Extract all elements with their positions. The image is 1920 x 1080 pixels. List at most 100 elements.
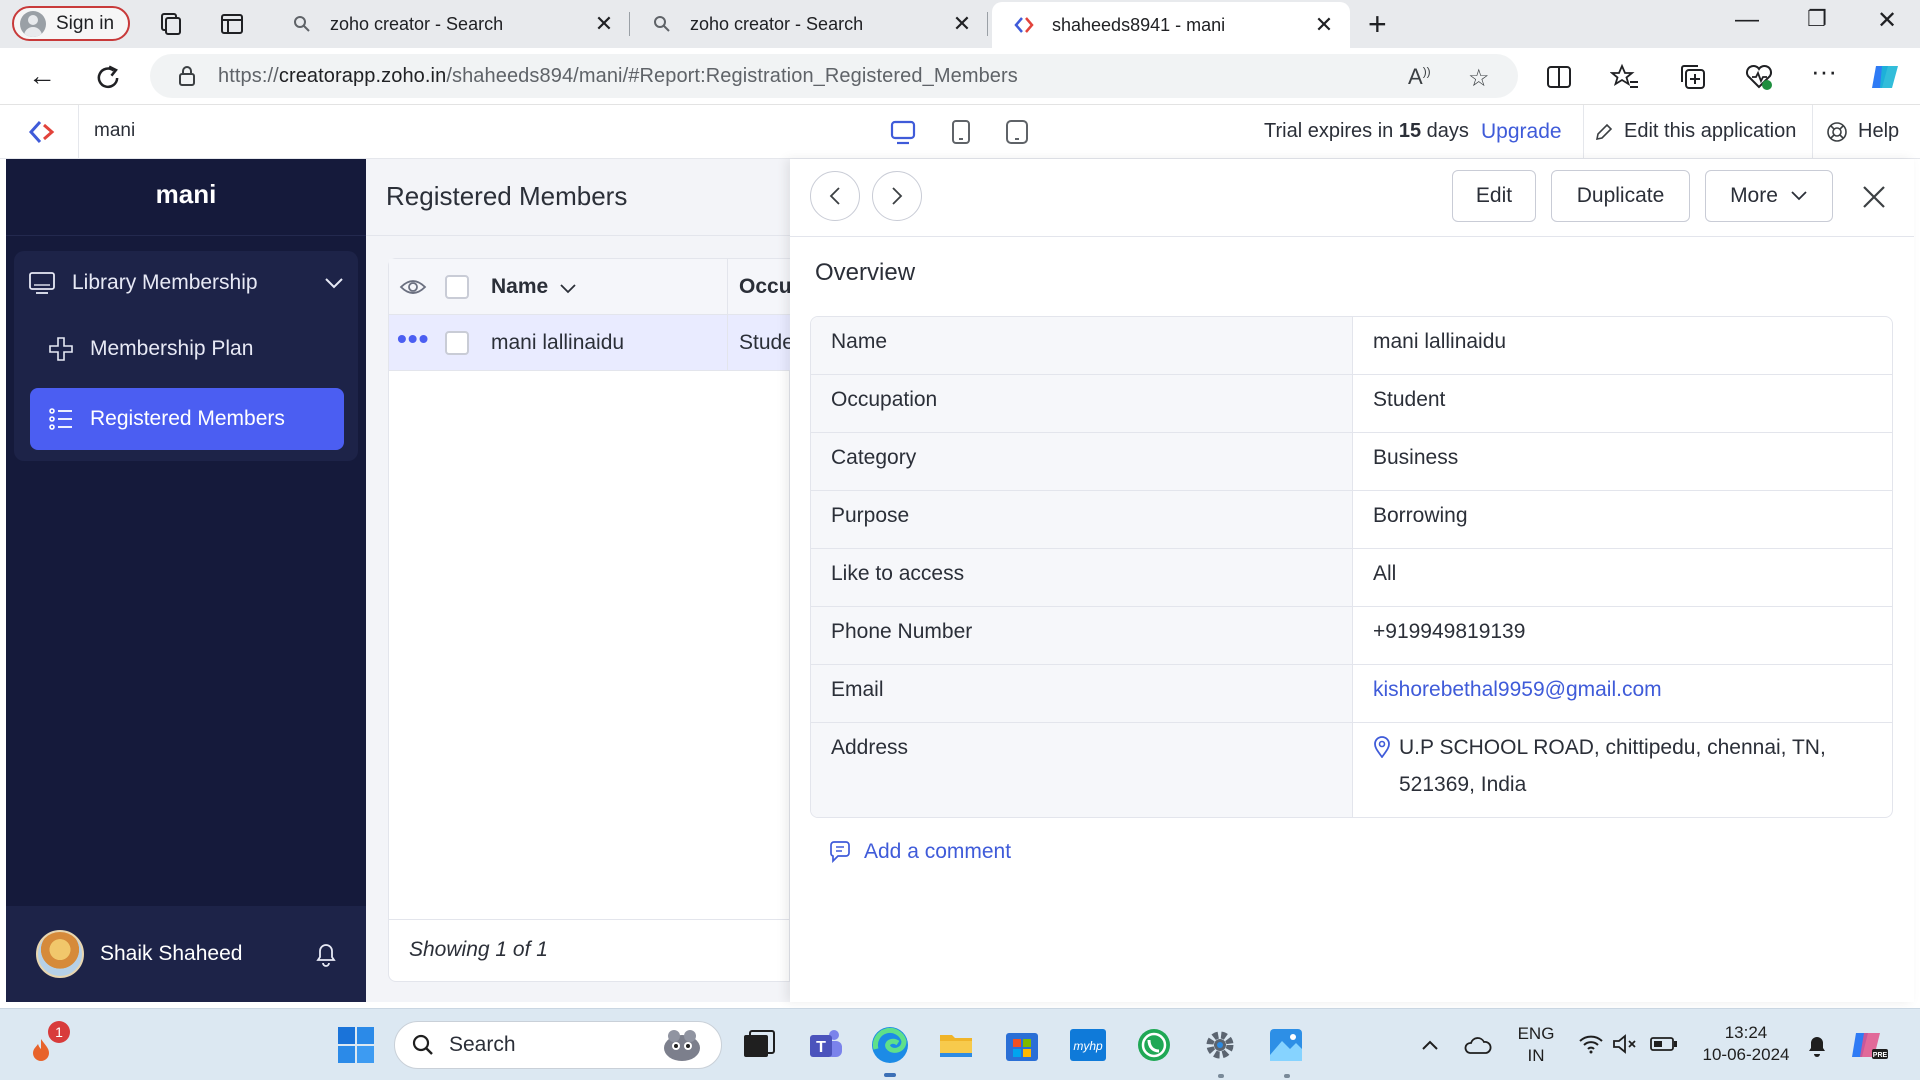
- zoho-creator-logo-icon[interactable]: [28, 119, 58, 145]
- field-value: Borrowing: [1373, 504, 1468, 527]
- tab-zoho-search-2[interactable]: zoho creator - Search ✕: [630, 0, 988, 48]
- tab-zoho-app-active[interactable]: shaheeds8941 - mani ✕: [992, 2, 1350, 48]
- file-explorer-icon[interactable]: [936, 1025, 976, 1065]
- duplicate-button[interactable]: Duplicate: [1551, 170, 1690, 222]
- tab-zoho-search-1[interactable]: zoho creator - Search ✕: [270, 0, 630, 48]
- sidebar-item-registered-members[interactable]: Registered Members: [30, 388, 344, 450]
- more-button[interactable]: More: [1705, 170, 1833, 222]
- lock-icon[interactable]: [178, 66, 196, 86]
- desktop-view-icon[interactable]: [890, 118, 916, 146]
- search-placeholder: Search: [449, 1033, 516, 1056]
- sidebar-divider: [6, 235, 366, 236]
- workspaces-icon[interactable]: [156, 10, 184, 38]
- weather-flame-icon[interactable]: [30, 1037, 52, 1063]
- profile-sign-in-button[interactable]: Sign in: [12, 6, 130, 41]
- email-link[interactable]: kishorebethal9959@gmail.com: [1353, 665, 1892, 722]
- nav-group-header[interactable]: Library Membership: [28, 265, 344, 301]
- edit-application-button[interactable]: Edit this application: [1594, 120, 1796, 143]
- nav-group-library-membership: Library Membership Membership Plan Regis…: [14, 251, 358, 461]
- whatsapp-icon[interactable]: [1134, 1025, 1174, 1065]
- location-pin-icon[interactable]: [1373, 736, 1391, 758]
- chevron-down-icon[interactable]: [324, 277, 344, 289]
- chevron-up-icon[interactable]: [1420, 1035, 1440, 1055]
- windows-start-icon[interactable]: [336, 1025, 376, 1065]
- close-tab-icon[interactable]: ✕: [950, 11, 974, 37]
- sidebar-item-membership-plan[interactable]: Membership Plan: [30, 318, 344, 380]
- mobile-view-icon[interactable]: [1004, 118, 1030, 146]
- tablet-view-icon[interactable]: [948, 118, 974, 146]
- new-tab-button[interactable]: +: [1368, 6, 1387, 43]
- teams-icon[interactable]: T: [806, 1025, 846, 1065]
- settings-more-icon[interactable]: ···: [1808, 56, 1840, 88]
- row-actions-icon[interactable]: •••: [397, 323, 429, 355]
- photos-icon[interactable]: [1266, 1025, 1306, 1065]
- language-indicator[interactable]: ENG IN: [1512, 1023, 1560, 1067]
- volume-muted-icon[interactable]: [1612, 1033, 1638, 1055]
- select-all-checkbox[interactable]: [445, 275, 469, 299]
- running-app-indicator: [1218, 1074, 1224, 1078]
- edit-button[interactable]: Edit: [1452, 170, 1536, 222]
- browser-essentials-icon[interactable]: [1744, 62, 1774, 92]
- section-title-overview: Overview: [815, 259, 916, 286]
- favorites-icon[interactable]: [1610, 62, 1640, 92]
- zoho-creator-favicon-icon: [1014, 17, 1034, 33]
- refresh-icon[interactable]: [92, 62, 124, 94]
- add-comment-button[interactable]: Add a comment: [828, 840, 1011, 864]
- myhp-icon[interactable]: myhp: [1068, 1025, 1108, 1065]
- svg-text:myhp: myhp: [1073, 1039, 1103, 1053]
- copilot-icon[interactable]: [1868, 60, 1902, 94]
- settings-gear-icon[interactable]: [1200, 1025, 1240, 1065]
- address-bar[interactable]: https://creatorapp.zoho.in/shaheeds894/m…: [150, 54, 1518, 98]
- avatar[interactable]: [36, 930, 84, 978]
- copilot-taskbar-icon[interactable]: PRE: [1850, 1027, 1890, 1063]
- svg-text:T: T: [816, 1039, 826, 1056]
- field-label: Like to access: [811, 549, 1353, 606]
- close-window-button[interactable]: ✕: [1862, 6, 1912, 35]
- table-row[interactable]: ••• mani lallinaidu Stude: [389, 315, 794, 371]
- onedrive-cloud-icon[interactable]: [1464, 1033, 1492, 1057]
- back-arrow-icon[interactable]: ←: [26, 60, 58, 92]
- help-button[interactable]: Help: [1826, 120, 1899, 143]
- upgrade-link[interactable]: Upgrade: [1481, 120, 1562, 144]
- eye-icon[interactable]: [399, 275, 427, 299]
- restore-window-button[interactable]: ❐: [1792, 6, 1842, 32]
- taskbar-search-box[interactable]: Search: [394, 1021, 722, 1069]
- favorite-star-icon[interactable]: ☆: [1468, 64, 1490, 93]
- comment-icon: [830, 841, 850, 863]
- task-view-icon[interactable]: [738, 1025, 778, 1065]
- column-header-name[interactable]: Name: [491, 275, 548, 299]
- grid-header-row: Name Occu: [389, 259, 792, 315]
- next-record-button[interactable]: [872, 171, 922, 221]
- add-comment-label: Add a comment: [864, 840, 1012, 863]
- microsoft-store-icon[interactable]: [1002, 1025, 1042, 1065]
- chevron-down-icon[interactable]: [559, 283, 577, 295]
- search-icon: [294, 16, 310, 32]
- chevron-down-icon: [1791, 191, 1807, 201]
- close-icon[interactable]: [1854, 177, 1894, 217]
- language-code: ENG: [1517, 1024, 1555, 1043]
- field-label: Category: [811, 433, 1353, 490]
- header-divider: [1583, 105, 1584, 159]
- bell-icon[interactable]: [314, 941, 338, 967]
- edge-browser-icon[interactable]: [868, 1023, 912, 1067]
- split-screen-icon[interactable]: [1544, 62, 1574, 92]
- system-clock[interactable]: 13:24 10-06-2024: [1696, 1022, 1796, 1066]
- close-tab-icon[interactable]: ✕: [1312, 12, 1336, 38]
- collections-icon[interactable]: [1678, 62, 1708, 92]
- wifi-icon[interactable]: [1578, 1033, 1604, 1055]
- report-panel: Registered Members Name Occu ••• mani la…: [366, 159, 794, 1002]
- tab-actions-icon[interactable]: [218, 10, 246, 38]
- column-header-occupation[interactable]: Occu: [739, 275, 792, 299]
- row-checkbox[interactable]: [445, 331, 469, 355]
- detail-toolbar: Edit Duplicate More: [790, 159, 1914, 237]
- notification-bell-icon[interactable]: [1806, 1033, 1828, 1059]
- field-label: Purpose: [811, 491, 1353, 548]
- user-profile-bar[interactable]: Shaik Shaheed: [6, 906, 366, 1002]
- close-tab-icon[interactable]: ✕: [592, 11, 616, 37]
- read-aloud-icon[interactable]: A)): [1408, 64, 1431, 90]
- previous-record-button[interactable]: [810, 171, 860, 221]
- minimize-window-button[interactable]: —: [1722, 6, 1772, 34]
- search-icon: [412, 1034, 433, 1055]
- active-app-indicator: [884, 1073, 896, 1077]
- battery-icon[interactable]: [1650, 1035, 1678, 1053]
